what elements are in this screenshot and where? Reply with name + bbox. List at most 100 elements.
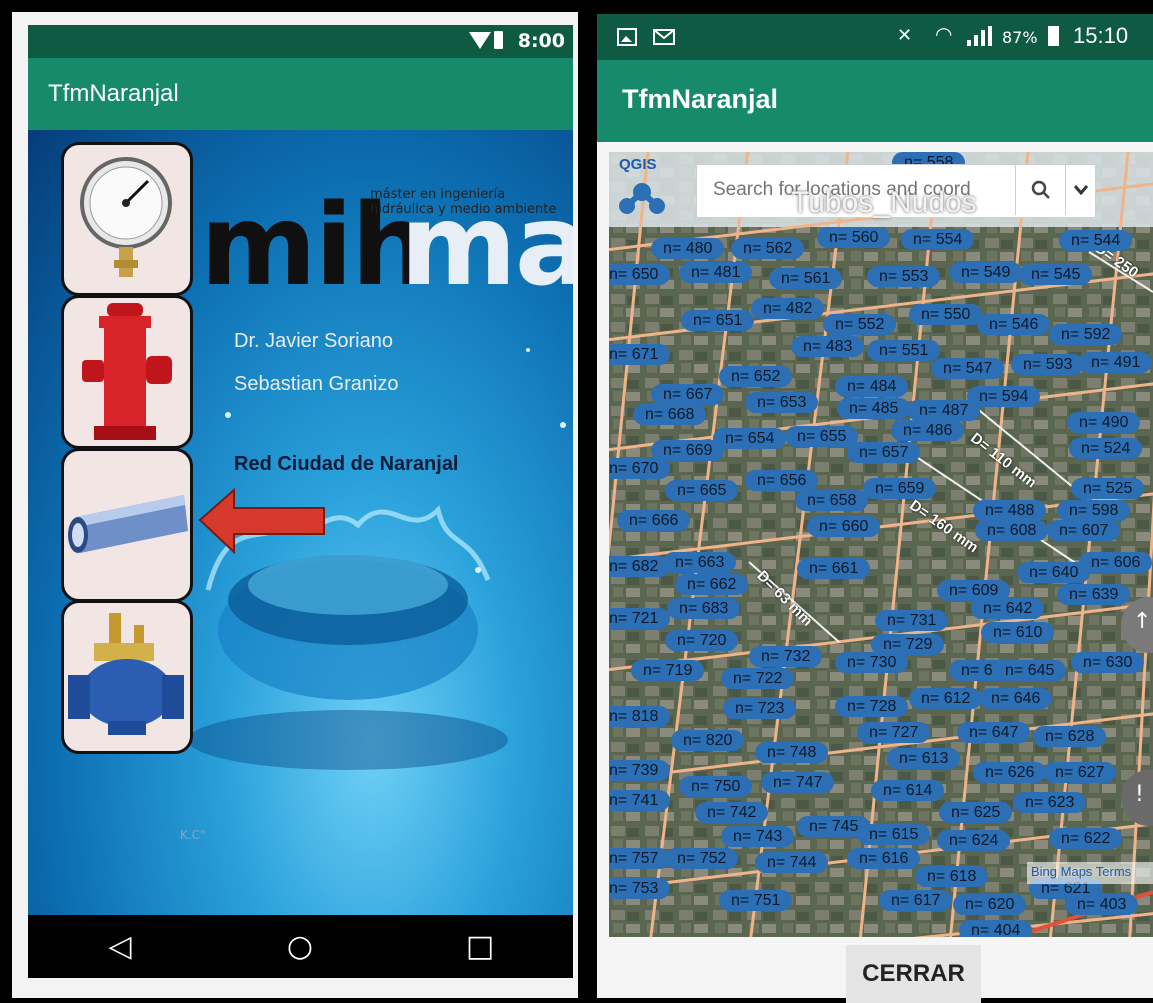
fire-hydrant-button[interactable] [61, 295, 193, 449]
node-label: n= 820 [671, 730, 745, 751]
node-label: n= 550 [909, 304, 983, 325]
wifi-icon [469, 32, 491, 49]
left-status-bar: 8:00 [28, 25, 573, 58]
app-title: TfmNaranjal [622, 84, 779, 114]
arrow-up-icon: ↑ [1133, 609, 1152, 634]
node-label: n= 667 [651, 384, 725, 405]
node-label: n= 751 [719, 890, 793, 911]
node-label: n= 488 [973, 500, 1047, 521]
node-label: n= 750 [679, 776, 753, 797]
node-label: n= 544 [1059, 230, 1133, 251]
pipe-button[interactable] [61, 448, 193, 602]
node-label: n= 480 [651, 238, 725, 259]
node-label: n= 653 [745, 392, 819, 413]
node-label: n= 490 [1067, 412, 1141, 433]
back-button[interactable]: ◁ [90, 915, 150, 978]
node-label: n= 486 [891, 420, 965, 441]
node-label: n= 645 [993, 660, 1067, 681]
node-label: n= 757 [609, 848, 671, 869]
node-label: n= 753 [609, 878, 671, 899]
node-label: n= 552 [823, 314, 897, 335]
node-label: n= 593 [1011, 354, 1085, 375]
qgis-logo-mark [619, 183, 665, 214]
node-label: n= 562 [731, 238, 805, 259]
node-label: n= 731 [875, 610, 949, 631]
node-label: n= 613 [887, 748, 961, 769]
node-label: n= 617 [879, 890, 953, 911]
node-label: n= 561 [769, 268, 843, 289]
map-view[interactable]: D= 250 D= 110 mm D= 160 mm D= 63 mm n= 5… [609, 152, 1153, 937]
node-label: n= 744 [755, 852, 829, 873]
node-label: n= 720 [665, 630, 739, 651]
back-icon: ◁ [108, 929, 132, 964]
node-label: n= 741 [609, 790, 671, 811]
chevron-down-icon [1073, 185, 1089, 196]
node-label: n= 748 [755, 742, 829, 763]
node-label: n= 615 [857, 824, 931, 845]
qgis-logo: QGIS [617, 156, 669, 214]
signal-icon [967, 26, 992, 46]
node-label: n= 545 [1019, 264, 1093, 285]
battery-icon [494, 31, 503, 49]
node-label: n= 747 [761, 772, 835, 793]
node-label: n= 610 [981, 622, 1055, 643]
node-label: n= 624 [937, 830, 1011, 851]
search-button[interactable] [1015, 165, 1066, 215]
node-label: n= 730 [835, 652, 909, 673]
right-status-bar: ✕ ◠ 87% 15:10 [597, 14, 1153, 60]
node-label: n= 666 [617, 510, 691, 531]
node-label: n= 659 [863, 478, 937, 499]
splash-content: mih ma máster en ingeniería hidráulica y… [28, 130, 573, 915]
node-label: n= 651 [681, 310, 755, 331]
node-label: n= 554 [901, 229, 975, 250]
node-label: n= 491 [1079, 352, 1153, 373]
node-label: n= 553 [867, 266, 941, 287]
node-label: n= 639 [1057, 584, 1131, 605]
home-button[interactable]: ○ [270, 915, 330, 978]
node-label: n= 525 [1071, 478, 1145, 499]
node-label: n= 652 [719, 366, 793, 387]
node-label: n= 650 [609, 264, 671, 285]
node-label: n= 739 [609, 760, 671, 781]
pressure-gauge-icon [80, 157, 172, 277]
node-label: n= 665 [665, 480, 739, 501]
battery-percent: 87% [1002, 28, 1038, 47]
node-label: n= 404 [959, 920, 1033, 937]
node-label: n= 551 [867, 340, 941, 361]
node-label: n= 626 [973, 762, 1047, 783]
node-label: n= 606 [1079, 552, 1153, 573]
author-name-1: Dr. Javier Soriano [234, 330, 393, 352]
node-label: n= 657 [847, 442, 921, 463]
node-label: n= 628 [1033, 726, 1107, 747]
node-label: n= 612 [909, 688, 983, 709]
node-label: n= 722 [721, 668, 795, 689]
pressure-gauge-button[interactable] [61, 142, 193, 296]
recent-apps-button[interactable]: □ [450, 915, 510, 978]
node-label: n= 481 [679, 262, 753, 283]
layer-title: Tubos_Nudos [791, 186, 977, 219]
recent-apps-icon: □ [465, 929, 495, 964]
node-label: n= 642 [971, 598, 1045, 619]
logo-tagline-2: hidráulica y medio ambiente [370, 202, 557, 217]
gallery-notification-icon [617, 28, 637, 46]
close-button[interactable]: CERRAR [846, 945, 981, 1003]
node-label: n= 524 [1069, 438, 1143, 459]
node-label: n= 630 [1071, 652, 1145, 673]
node-label: n= 483 [791, 336, 865, 357]
node-label: n= 625 [939, 802, 1013, 823]
node-label: n= 614 [871, 780, 945, 801]
left-nav-bar: ◁ ○ □ [28, 915, 573, 978]
search-icon [1031, 180, 1050, 199]
battery-icon [1048, 26, 1059, 46]
node-label: n= 622 [1049, 828, 1123, 849]
node-label: n= 549 [949, 262, 1023, 283]
expand-button[interactable] [1065, 165, 1096, 215]
node-label: n= 743 [721, 826, 795, 847]
node-label: n= 485 [837, 398, 911, 419]
valve-button[interactable] [61, 600, 193, 754]
node-label: n= 818 [609, 706, 671, 727]
node-label: n= 627 [1043, 762, 1117, 783]
node-label: n= 616 [847, 848, 921, 869]
map-attribution[interactable]: Bing Maps Terms [1027, 862, 1153, 884]
node-label: n= 668 [633, 404, 707, 425]
